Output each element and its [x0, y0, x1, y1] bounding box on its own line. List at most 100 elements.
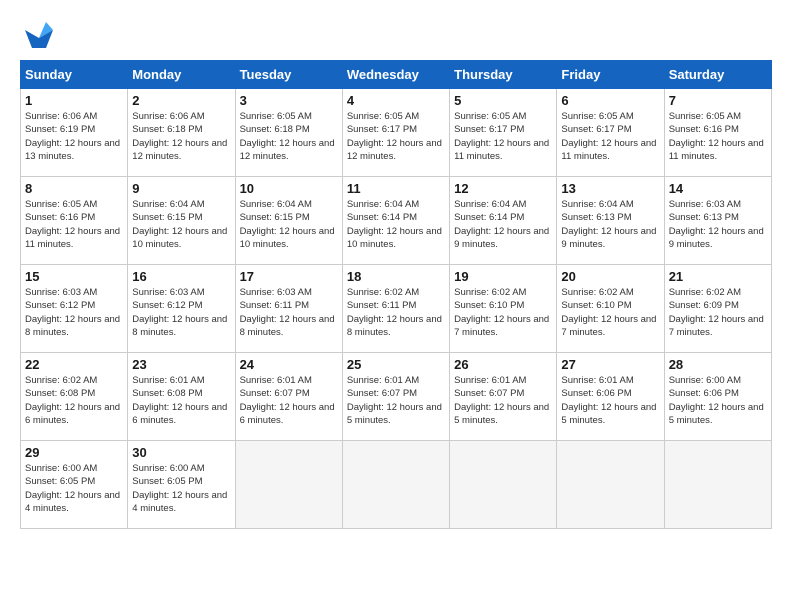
calendar-cell: 7Sunrise: 6:05 AM Sunset: 6:16 PM Daylig… [664, 89, 771, 177]
day-info: Sunrise: 6:02 AM Sunset: 6:11 PM Dayligh… [347, 286, 445, 339]
day-number: 13 [561, 181, 659, 196]
day-info: Sunrise: 6:05 AM Sunset: 6:16 PM Dayligh… [25, 198, 123, 251]
day-number: 5 [454, 93, 552, 108]
logo [20, 20, 54, 50]
day-number: 15 [25, 269, 123, 284]
day-info: Sunrise: 6:03 AM Sunset: 6:13 PM Dayligh… [669, 198, 767, 251]
day-number: 23 [132, 357, 230, 372]
day-info: Sunrise: 6:02 AM Sunset: 6:10 PM Dayligh… [454, 286, 552, 339]
calendar-cell [450, 441, 557, 529]
calendar-cell: 10Sunrise: 6:04 AM Sunset: 6:15 PM Dayli… [235, 177, 342, 265]
calendar-cell [557, 441, 664, 529]
day-number: 24 [240, 357, 338, 372]
day-info: Sunrise: 6:01 AM Sunset: 6:08 PM Dayligh… [132, 374, 230, 427]
day-number: 30 [132, 445, 230, 460]
calendar-cell: 30 Sunrise: 6:00 AM Sunset: 6:05 PM Dayli… [128, 441, 235, 529]
day-number: 25 [347, 357, 445, 372]
day-info: Sunrise: 6:01 AM Sunset: 6:07 PM Dayligh… [240, 374, 338, 427]
day-number: 8 [25, 181, 123, 196]
calendar-cell: 27 Sunrise: 6:01 AM Sunset: 6:06 PM Dayli… [557, 353, 664, 441]
calendar-cell: 15 Sunrise: 6:03 AM Sunset: 6:12 PM Dayli… [21, 265, 128, 353]
calendar-cell: 16Sunrise: 6:03 AM Sunset: 6:12 PM Dayli… [128, 265, 235, 353]
day-info: Sunrise: 6:04 AM Sunset: 6:14 PM Dayligh… [454, 198, 552, 251]
day-info: Sunrise: 6:04 AM Sunset: 6:13 PM Dayligh… [561, 198, 659, 251]
day-info: Sunrise: 6:04 AM Sunset: 6:15 PM Dayligh… [240, 198, 338, 251]
day-info: Sunrise: 6:03 AM Sunset: 6:12 PM Dayligh… [25, 286, 123, 339]
calendar-cell: 5 Sunrise: 6:05 AM Sunset: 6:17 PM Daylig… [450, 89, 557, 177]
day-number: 19 [454, 269, 552, 284]
calendar-cell: 21 Sunrise: 6:02 AM Sunset: 6:09 PM Dayli… [664, 265, 771, 353]
day-info: Sunrise: 6:00 AM Sunset: 6:06 PM Dayligh… [669, 374, 767, 427]
calendar-cell: 24 Sunrise: 6:01 AM Sunset: 6:07 PM Dayli… [235, 353, 342, 441]
day-of-week-header: Saturday [664, 61, 771, 89]
calendar-week-row: 1 Sunrise: 6:06 AM Sunset: 6:19 PM Daylig… [21, 89, 772, 177]
day-info: Sunrise: 6:05 AM Sunset: 6:17 PM Dayligh… [561, 110, 659, 163]
day-of-week-header: Tuesday [235, 61, 342, 89]
calendar-cell: 29Sunrise: 6:00 AM Sunset: 6:05 PM Dayli… [21, 441, 128, 529]
day-of-week-header: Thursday [450, 61, 557, 89]
calendar-cell: 25 Sunrise: 6:01 AM Sunset: 6:07 PM Dayli… [342, 353, 449, 441]
day-number: 2 [132, 93, 230, 108]
day-number: 4 [347, 93, 445, 108]
day-number: 29 [25, 445, 123, 460]
calendar-cell: 12 Sunrise: 6:04 AM Sunset: 6:14 PM Dayli… [450, 177, 557, 265]
calendar-cell: 14 Sunrise: 6:03 AM Sunset: 6:13 PM Dayli… [664, 177, 771, 265]
day-info: Sunrise: 6:04 AM Sunset: 6:14 PM Dayligh… [347, 198, 445, 251]
day-number: 18 [347, 269, 445, 284]
day-info: Sunrise: 6:05 AM Sunset: 6:16 PM Dayligh… [669, 110, 767, 163]
day-number: 3 [240, 93, 338, 108]
day-number: 17 [240, 269, 338, 284]
logo-icon [24, 20, 54, 50]
calendar-cell: 4 Sunrise: 6:05 AM Sunset: 6:17 PM Daylig… [342, 89, 449, 177]
calendar-cell: 28 Sunrise: 6:00 AM Sunset: 6:06 PM Dayli… [664, 353, 771, 441]
day-number: 16 [132, 269, 230, 284]
calendar-cell: 11 Sunrise: 6:04 AM Sunset: 6:14 PM Dayli… [342, 177, 449, 265]
calendar-week-row: 22 Sunrise: 6:02 AM Sunset: 6:08 PM Dayli… [21, 353, 772, 441]
day-number: 28 [669, 357, 767, 372]
day-info: Sunrise: 6:01 AM Sunset: 6:06 PM Dayligh… [561, 374, 659, 427]
day-info: Sunrise: 6:05 AM Sunset: 6:17 PM Dayligh… [454, 110, 552, 163]
calendar-header-row: SundayMondayTuesdayWednesdayThursdayFrid… [21, 61, 772, 89]
day-info: Sunrise: 6:02 AM Sunset: 6:08 PM Dayligh… [25, 374, 123, 427]
day-number: 27 [561, 357, 659, 372]
day-info: Sunrise: 6:01 AM Sunset: 6:07 PM Dayligh… [347, 374, 445, 427]
page: SundayMondayTuesdayWednesdayThursdayFrid… [0, 0, 792, 539]
calendar-cell: 20Sunrise: 6:02 AM Sunset: 6:10 PM Dayli… [557, 265, 664, 353]
day-number: 11 [347, 181, 445, 196]
day-info: Sunrise: 6:05 AM Sunset: 6:18 PM Dayligh… [240, 110, 338, 163]
day-number: 21 [669, 269, 767, 284]
calendar-cell [342, 441, 449, 529]
day-info: Sunrise: 6:06 AM Sunset: 6:18 PM Dayligh… [132, 110, 230, 163]
day-number: 1 [25, 93, 123, 108]
day-number: 20 [561, 269, 659, 284]
calendar-cell: 22 Sunrise: 6:02 AM Sunset: 6:08 PM Dayli… [21, 353, 128, 441]
day-number: 6 [561, 93, 659, 108]
day-of-week-header: Wednesday [342, 61, 449, 89]
day-number: 22 [25, 357, 123, 372]
calendar-cell: 18 Sunrise: 6:02 AM Sunset: 6:11 PM Dayli… [342, 265, 449, 353]
calendar-cell: 13 Sunrise: 6:04 AM Sunset: 6:13 PM Dayli… [557, 177, 664, 265]
calendar-week-row: 15 Sunrise: 6:03 AM Sunset: 6:12 PM Dayli… [21, 265, 772, 353]
calendar-week-row: 8 Sunrise: 6:05 AM Sunset: 6:16 PM Daylig… [21, 177, 772, 265]
day-number: 26 [454, 357, 552, 372]
day-number: 14 [669, 181, 767, 196]
day-info: Sunrise: 6:05 AM Sunset: 6:17 PM Dayligh… [347, 110, 445, 163]
day-number: 9 [132, 181, 230, 196]
day-info: Sunrise: 6:03 AM Sunset: 6:11 PM Dayligh… [240, 286, 338, 339]
header [20, 20, 772, 50]
day-of-week-header: Monday [128, 61, 235, 89]
calendar-cell: 2 Sunrise: 6:06 AM Sunset: 6:18 PM Daylig… [128, 89, 235, 177]
calendar-week-row: 29 Sunrise: 6:00 AM Sunset: 6:05 PM Dayli… [21, 441, 772, 529]
calendar-cell: 17 Sunrise: 6:03 AM Sunset: 6:11 PM Dayli… [235, 265, 342, 353]
calendar-cell: 1 Sunrise: 6:06 AM Sunset: 6:19 PM Daylig… [21, 89, 128, 177]
day-info: Sunrise: 6:04 AM Sunset: 6:15 PM Dayligh… [132, 198, 230, 251]
day-info: Sunrise: 6:06 AM Sunset: 6:19 PM Dayligh… [25, 110, 123, 163]
calendar-cell: 6 Sunrise: 6:05 AM Sunset: 6:17 PM Daylig… [557, 89, 664, 177]
day-number: 12 [454, 181, 552, 196]
calendar-table: SundayMondayTuesdayWednesdayThursdayFrid… [20, 60, 772, 529]
calendar-cell: 8 Sunrise: 6:05 AM Sunset: 6:16 PM Daylig… [21, 177, 128, 265]
day-info: Sunrise: 6:02 AM Sunset: 6:09 PM Dayligh… [669, 286, 767, 339]
calendar-cell: 23 Sunrise: 6:01 AM Sunset: 6:08 PM Dayli… [128, 353, 235, 441]
calendar-cell: 3 Sunrise: 6:05 AM Sunset: 6:18 PM Daylig… [235, 89, 342, 177]
day-info: Sunrise: 6:00 AM Sunset: 6:05 PM Dayligh… [132, 462, 230, 515]
